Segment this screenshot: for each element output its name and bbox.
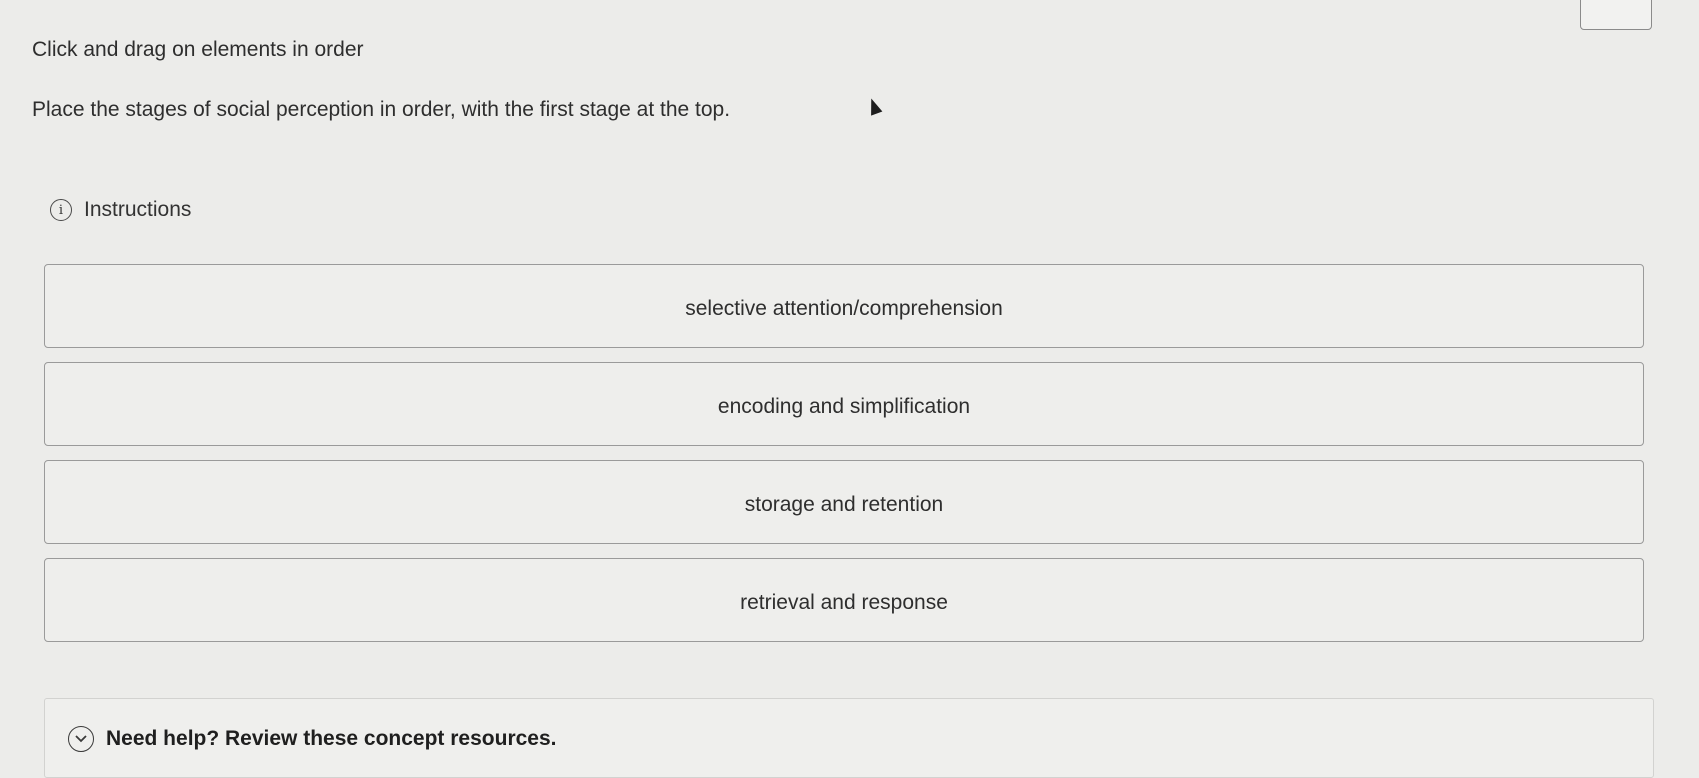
drag-item-label: encoding and simplification bbox=[717, 395, 971, 418]
prompt-text: Place the stages of social perception in… bbox=[32, 98, 731, 121]
drag-item-label: retrieval and response bbox=[740, 591, 948, 614]
sortable-list: selective attention/comprehension encodi… bbox=[44, 264, 1644, 656]
drag-item-3[interactable]: storage and retention bbox=[44, 460, 1644, 544]
mouse-cursor-icon bbox=[865, 96, 883, 116]
drag-item-1[interactable]: selective attention/comprehension bbox=[44, 264, 1644, 348]
drag-item-4[interactable]: retrieval and response bbox=[44, 558, 1644, 642]
top-right-control[interactable] bbox=[1580, 0, 1652, 30]
instructions-toggle[interactable]: i Instructions bbox=[50, 198, 191, 222]
instructions-label: Instructions bbox=[84, 198, 192, 221]
chevron-down-circle-icon bbox=[68, 726, 94, 752]
info-icon: i bbox=[50, 199, 72, 221]
help-toggle-button[interactable]: Need help? Review these concept resource… bbox=[68, 726, 557, 752]
drag-item-2[interactable]: encoding and simplification bbox=[44, 362, 1644, 446]
help-label: Need help? Review these concept resource… bbox=[106, 727, 557, 750]
prompt-title: Click and drag on elements in order bbox=[32, 38, 364, 61]
drag-item-label: selective attention/comprehension bbox=[685, 297, 1003, 320]
drag-item-label: storage and retention bbox=[744, 493, 944, 516]
